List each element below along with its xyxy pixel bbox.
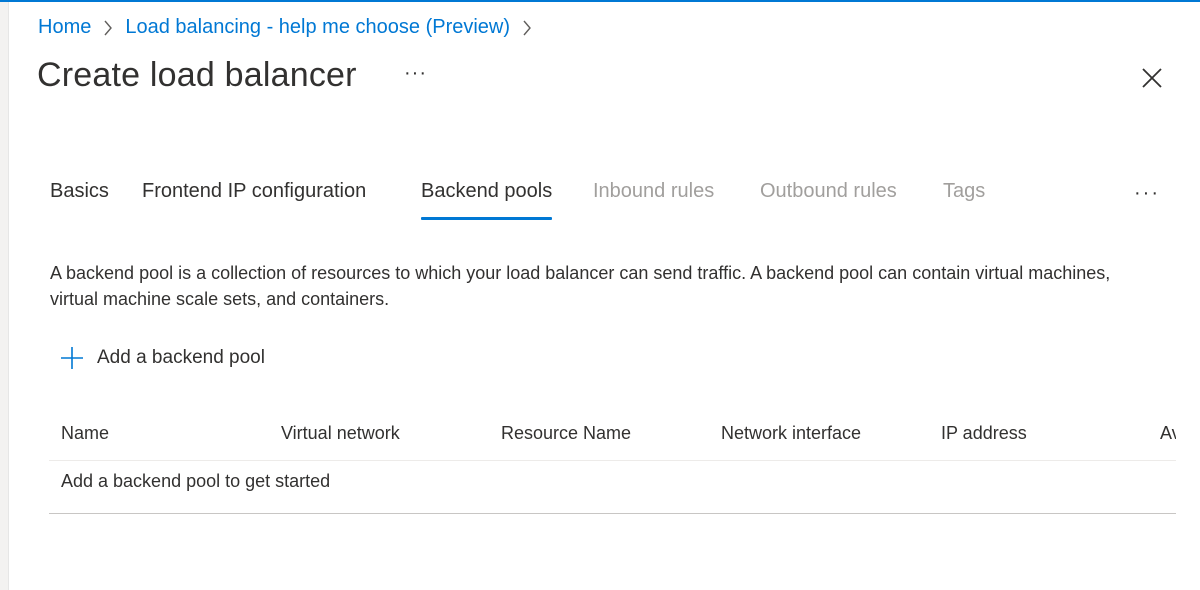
tab-bar: Basics Frontend IP configuration Backend…	[0, 180, 1200, 224]
tab-label: Tags	[943, 180, 986, 202]
tab-frontend-ip-configuration[interactable]: Frontend IP configuration	[142, 180, 366, 220]
empty-table-message: Add a backend pool to get started	[61, 471, 331, 491]
active-tab-indicator	[421, 217, 553, 220]
title-more-button[interactable]: ···	[404, 62, 427, 85]
tab-label: Backend pools	[421, 180, 553, 202]
tab-label: Outbound rules	[760, 180, 897, 202]
tabs-more-button[interactable]: ···	[1134, 182, 1160, 205]
tab-basics[interactable]: Basics	[50, 180, 109, 220]
chevron-right-icon	[522, 20, 532, 36]
tab-label: Frontend IP configuration	[142, 180, 367, 202]
tab-outbound-rules[interactable]: Outbound rules	[760, 180, 897, 220]
breadcrumb: Home Load balancing - help me choose (Pr…	[38, 16, 544, 39]
breadcrumb-load-balancing[interactable]: Load balancing - help me choose (Preview…	[125, 16, 510, 39]
plus-icon	[61, 347, 83, 369]
backend-pool-description: A backend pool is a collection of resour…	[50, 263, 1111, 309]
table-header: Name Virtual network Resource Name Netwo…	[49, 412, 1176, 461]
backend-pools-table: Name Virtual network Resource Name Netwo…	[49, 412, 1176, 516]
column-header-virtual-network[interactable]: Virtual network	[281, 423, 400, 444]
tab-label: Basics	[50, 180, 109, 202]
page-title: Create load balancer	[37, 56, 357, 94]
column-header-ip-address[interactable]: IP address	[941, 423, 1027, 444]
table-row: Add a backend pool to get started	[49, 461, 1176, 514]
breadcrumb-home[interactable]: Home	[38, 16, 91, 39]
column-header-resource-name[interactable]: Resource Name	[501, 423, 631, 444]
chevron-right-icon	[103, 20, 113, 36]
add-backend-pool-label: Add a backend pool	[97, 347, 265, 368]
tab-tags[interactable]: Tags	[943, 180, 985, 220]
column-header-availability[interactable]: Av	[1160, 423, 1176, 444]
close-icon	[1142, 68, 1162, 88]
tab-label: Inbound rules	[593, 180, 715, 202]
left-rail	[0, 2, 9, 590]
column-header-name[interactable]: Name	[61, 423, 109, 444]
top-accent-line	[0, 0, 1200, 2]
add-backend-pool-button[interactable]: Add a backend pool	[60, 346, 265, 370]
tab-inbound-rules[interactable]: Inbound rules	[593, 180, 714, 220]
tab-backend-pools[interactable]: Backend pools	[421, 180, 553, 220]
column-header-network-interface[interactable]: Network interface	[721, 423, 861, 444]
close-button[interactable]	[1138, 64, 1166, 92]
